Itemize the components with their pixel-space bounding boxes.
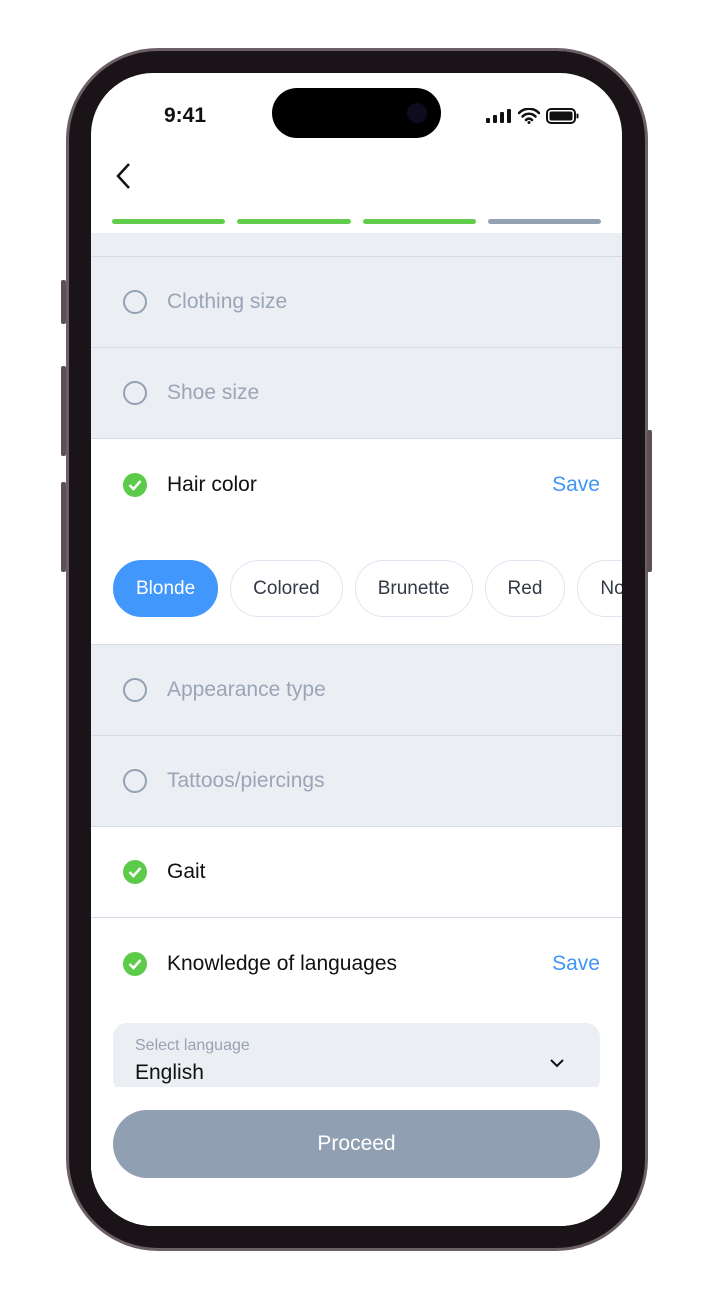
battery-icon bbox=[546, 108, 579, 124]
screen: 9:41 Clothing size Shoe size Hair color … bbox=[91, 73, 622, 1226]
volume-down-button bbox=[61, 482, 66, 572]
row-label: Clothing size bbox=[167, 290, 288, 313]
check-circle-icon bbox=[123, 951, 147, 976]
row-label: Shoe size bbox=[167, 381, 260, 404]
chip-red[interactable]: Red bbox=[484, 560, 566, 617]
back-button[interactable] bbox=[111, 161, 141, 191]
progress-step bbox=[487, 219, 601, 224]
dynamic-island bbox=[272, 88, 441, 138]
row-label: Tattoos/piercings bbox=[167, 769, 325, 792]
chevron-down-icon bbox=[550, 1059, 564, 1068]
language-select[interactable]: Select language English bbox=[113, 1023, 600, 1093]
proceed-button[interactable]: Proceed bbox=[113, 1110, 600, 1178]
form-list: Clothing size Shoe size Hair color Save … bbox=[91, 233, 622, 1226]
row-label: Appearance type bbox=[167, 678, 326, 701]
step-progress bbox=[112, 219, 601, 224]
volume-up-button bbox=[61, 366, 66, 456]
row-languages[interactable]: Knowledge of languages Save bbox=[91, 918, 622, 1009]
check-circle-icon bbox=[123, 860, 147, 884]
chip-brunette[interactable]: Brunette bbox=[354, 560, 473, 617]
status-time: 9:41 bbox=[164, 104, 207, 127]
divider bbox=[91, 233, 622, 257]
row-tattoos[interactable]: Tattoos/piercings bbox=[91, 736, 622, 827]
radio-empty-icon bbox=[123, 290, 147, 314]
row-clothing-size[interactable]: Clothing size bbox=[91, 257, 622, 348]
row-label: Gait bbox=[167, 860, 206, 883]
chip-blonde[interactable]: Blonde bbox=[113, 560, 219, 617]
progress-step bbox=[237, 219, 351, 224]
progress-step bbox=[362, 219, 476, 224]
row-appearance-type[interactable]: Appearance type bbox=[91, 645, 622, 736]
signal-icon bbox=[486, 109, 511, 123]
wifi-icon bbox=[518, 108, 540, 124]
progress-step bbox=[112, 219, 226, 224]
row-gait[interactable]: Gait bbox=[91, 827, 622, 918]
radio-empty-icon bbox=[123, 678, 147, 702]
camera-icon bbox=[407, 103, 427, 123]
select-label: Select language bbox=[135, 1037, 250, 1054]
status-icons bbox=[486, 108, 580, 124]
hair-color-chips: Blonde Colored Brunette Red No bbox=[91, 530, 622, 645]
radio-empty-icon bbox=[123, 769, 147, 793]
select-value: English bbox=[135, 1061, 204, 1084]
check-circle-icon bbox=[123, 472, 147, 497]
chip-no[interactable]: No bbox=[577, 560, 622, 617]
hair-save-button[interactable]: Save bbox=[552, 473, 600, 497]
languages-save-button[interactable]: Save bbox=[552, 952, 600, 976]
power-button bbox=[647, 430, 652, 572]
radio-empty-icon bbox=[123, 381, 147, 405]
row-shoe-size[interactable]: Shoe size bbox=[91, 348, 622, 439]
row-label: Hair color bbox=[167, 472, 257, 496]
mute-switch bbox=[61, 280, 66, 324]
bottom-sheet: Proceed bbox=[91, 1087, 622, 1226]
row-label: Knowledge of languages bbox=[167, 951, 398, 975]
row-hair-color[interactable]: Hair color Save bbox=[91, 439, 622, 530]
chip-colored[interactable]: Colored bbox=[230, 560, 343, 617]
chevron-left-icon bbox=[116, 163, 130, 189]
